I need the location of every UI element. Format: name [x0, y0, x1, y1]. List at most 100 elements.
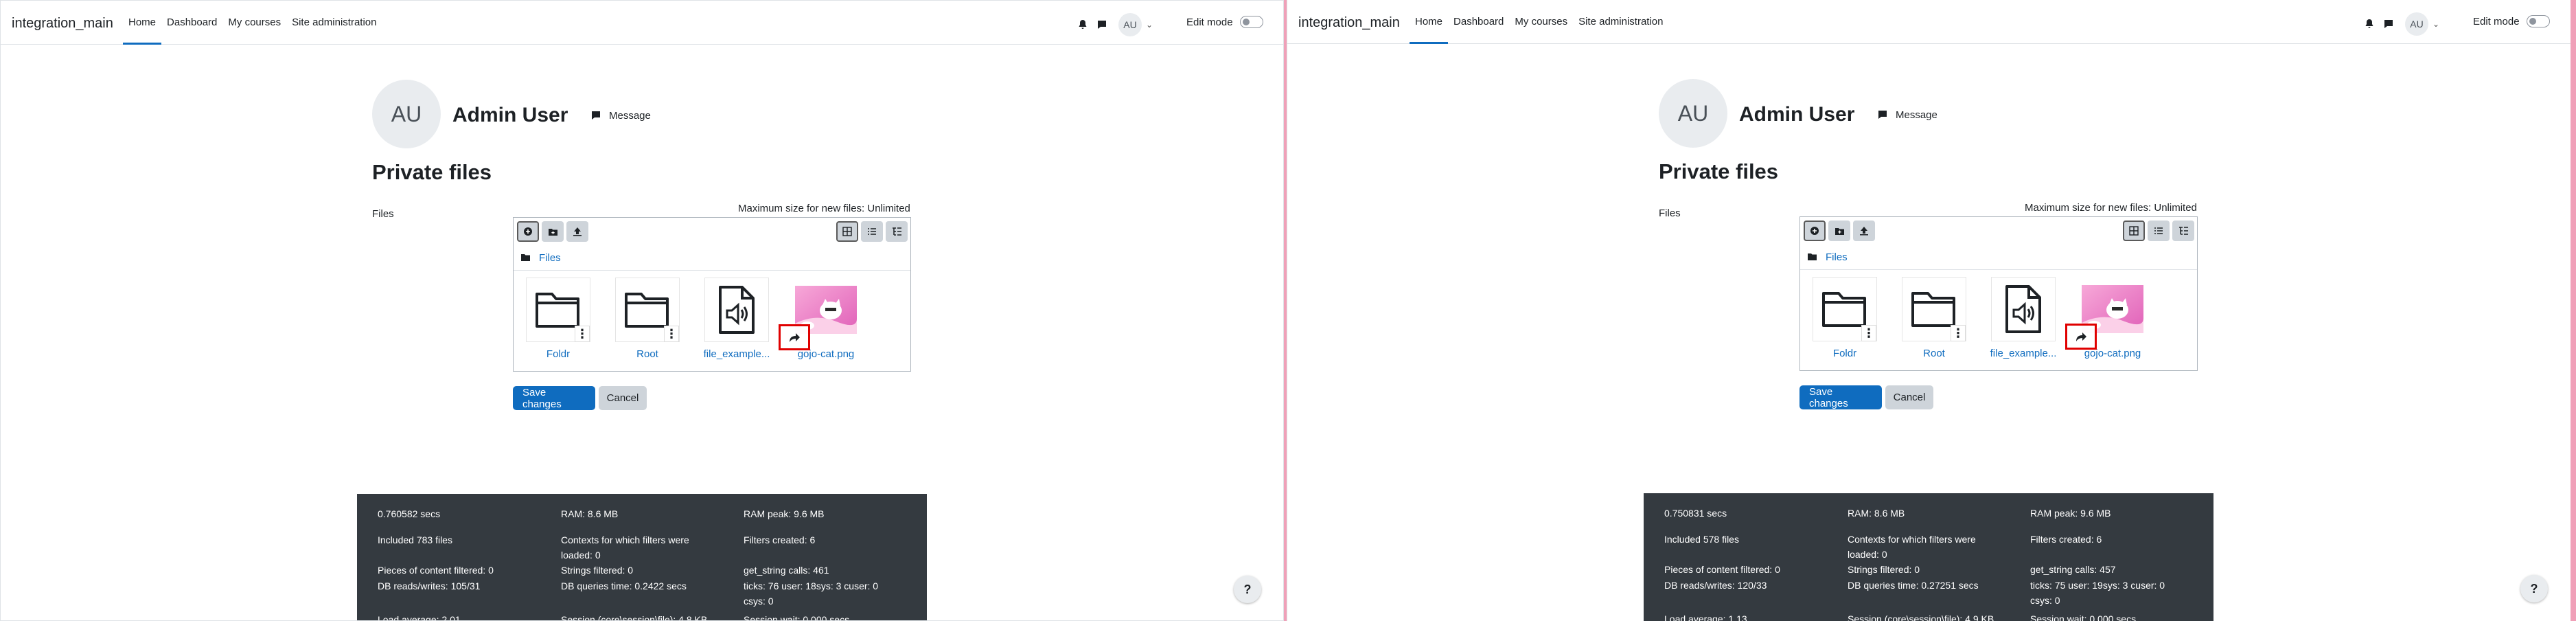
file-options-menu[interactable]: ⋮	[575, 326, 590, 342]
message-button[interactable]: Message	[588, 108, 651, 123]
site-brand[interactable]: integration_main	[1298, 15, 1400, 31]
file-manager-breadcrumb: Files	[1800, 245, 2197, 270]
grid-view-icon	[2129, 226, 2139, 236]
speech-bubble-icon	[588, 108, 603, 123]
alias-arrow-icon	[2076, 332, 2086, 341]
profile-avatar: AU	[1659, 79, 1727, 148]
nav-dashboard[interactable]: Dashboard	[161, 1, 222, 45]
nav-home[interactable]: Home	[123, 1, 162, 45]
navbar: integration_main Home Dashboard My cours…	[1, 1, 1283, 45]
file-name[interactable]: Root	[606, 348, 689, 360]
cancel-button[interactable]: Cancel	[599, 386, 647, 410]
chat-icon[interactable]	[1092, 15, 1112, 34]
file-item-foldr[interactable]: ⋮ Foldr	[517, 278, 599, 367]
message-button[interactable]: Message	[1875, 107, 1937, 122]
nav-my-courses[interactable]: My courses	[222, 1, 286, 45]
speech-bubble-icon	[1875, 107, 1890, 122]
file-options-menu[interactable]: ⋮	[1861, 325, 1876, 341]
view-tree-button[interactable]	[2172, 221, 2194, 241]
perf-db-reads: DB reads/writes: 120/33	[1664, 580, 1767, 591]
perf-ram: RAM: 8.6 MB	[1848, 508, 1905, 519]
user-menu-avatar[interactable]: AU	[1118, 13, 1142, 36]
audio-file-thumbnail	[704, 278, 769, 342]
folder-icon	[625, 293, 669, 328]
view-tree-button[interactable]	[886, 221, 908, 242]
create-folder-button[interactable]	[1828, 221, 1850, 241]
view-details-button[interactable]	[2148, 221, 2170, 241]
file-options-menu[interactable]: ⋮	[1951, 325, 1966, 341]
view-icons-button[interactable]	[2123, 221, 2145, 241]
file-item-foldr[interactable]: ⋮ Foldr	[1804, 277, 1886, 366]
nav-site-administration[interactable]: Site administration	[1573, 0, 1668, 44]
perf-db-reads: DB reads/writes: 105/31	[378, 580, 481, 591]
perf-db-time: DB queries time: 0.2422 secs	[561, 580, 687, 591]
view-details-button[interactable]	[861, 221, 883, 242]
add-folder-icon	[1835, 227, 1844, 235]
list-view-icon	[2154, 227, 2163, 234]
perf-time: 0.760582 secs	[378, 508, 441, 519]
file-manager: Files ⋮ Foldr ⋮ Root file_example... goj…	[1799, 216, 2198, 371]
edit-mode-toggle[interactable]	[1239, 16, 1263, 28]
chat-icon[interactable]	[2379, 14, 2398, 34]
tree-view-icon	[2178, 227, 2188, 235]
file-name[interactable]: Foldr	[1804, 348, 1886, 359]
audio-file-icon	[2005, 285, 2041, 333]
perf-strings-filtered: Strings filtered: 0	[561, 565, 634, 576]
bell-icon[interactable]	[2360, 14, 2379, 34]
download-all-button[interactable]	[1853, 221, 1875, 241]
edit-mode-control: Edit mode	[1186, 16, 1263, 28]
breadcrumb-files-link[interactable]: Files	[1826, 251, 1848, 263]
file-item-root[interactable]: ⋮ Root	[606, 278, 689, 367]
save-changes-button[interactable]: Save changes	[1799, 385, 1882, 409]
file-item-image[interactable]: gojo-cat.png	[2071, 277, 2154, 366]
navbar: integration_main Home Dashboard My cours…	[1287, 0, 2571, 44]
perf-load-average: Load average: 2.01	[378, 614, 461, 621]
perf-get-string: get_string calls: 461	[744, 565, 829, 576]
view-icons-button[interactable]	[836, 221, 858, 242]
file-item-audio[interactable]: file_example...	[1982, 277, 2065, 366]
message-label: Message	[1896, 109, 1937, 121]
chevron-down-icon[interactable]: ⌄	[2433, 19, 2439, 29]
perf-session-wait: Session wait: 0.000 secs	[744, 614, 850, 621]
file-options-menu[interactable]: ⋮	[664, 326, 679, 342]
add-file-icon	[524, 227, 532, 236]
max-size-note: Maximum size for new files: Unlimited	[2025, 202, 2197, 214]
site-brand[interactable]: integration_main	[12, 16, 113, 32]
perf-db-time: DB queries time: 0.27251 secs	[1848, 580, 1979, 591]
download-all-button[interactable]	[566, 221, 588, 242]
file-name[interactable]: Foldr	[517, 348, 599, 360]
perf-included-files: Included 783 files	[378, 534, 452, 545]
file-item-image[interactable]: gojo-cat.png	[785, 278, 867, 367]
pane-after: integration_main Home Dashboard My cours…	[1287, 0, 2571, 621]
nav-dashboard[interactable]: Dashboard	[1448, 0, 1509, 44]
perf-strings-filtered: Strings filtered: 0	[1848, 564, 1920, 575]
grid-view-icon	[842, 227, 852, 236]
create-folder-button[interactable]	[542, 221, 564, 242]
files-field-label: Files	[1659, 207, 1681, 219]
file-name[interactable]: file_example...	[695, 348, 778, 360]
nav-my-courses[interactable]: My courses	[1509, 0, 1573, 44]
user-menu-avatar[interactable]: AU	[2405, 12, 2428, 36]
nav-home[interactable]: Home	[1410, 0, 1449, 44]
perf-session-size: Session (core\session\file): 4.9 KB	[1848, 613, 1994, 621]
perf-content-filtered: Pieces of content filtered: 0	[1664, 564, 1780, 575]
bell-icon[interactable]	[1073, 15, 1092, 34]
perf-time: 0.750831 secs	[1664, 508, 1727, 519]
add-file-button[interactable]	[1804, 221, 1826, 241]
cancel-button[interactable]: Cancel	[1885, 385, 1933, 409]
perf-ram: RAM: 8.6 MB	[561, 508, 619, 519]
file-item-audio[interactable]: file_example...	[695, 278, 778, 367]
file-name[interactable]: Root	[1893, 348, 1975, 359]
breadcrumb-files-link[interactable]: Files	[539, 252, 561, 264]
nav-site-administration[interactable]: Site administration	[286, 1, 382, 45]
perf-ticks: ticks: 75 user: 19sys: 3 cuser: 0 csys: …	[2030, 580, 2165, 606]
edit-mode-toggle[interactable]	[2526, 15, 2550, 27]
save-changes-button[interactable]: Save changes	[513, 386, 595, 410]
file-item-root[interactable]: ⋮ Root	[1893, 277, 1975, 366]
help-button[interactable]: ?	[1234, 576, 1261, 603]
file-name[interactable]: file_example...	[1982, 348, 2065, 359]
add-file-button[interactable]	[517, 221, 539, 242]
help-button[interactable]: ?	[2520, 575, 2548, 602]
chevron-down-icon[interactable]: ⌄	[1146, 20, 1153, 30]
perf-included-files: Included 578 files	[1664, 534, 1739, 545]
